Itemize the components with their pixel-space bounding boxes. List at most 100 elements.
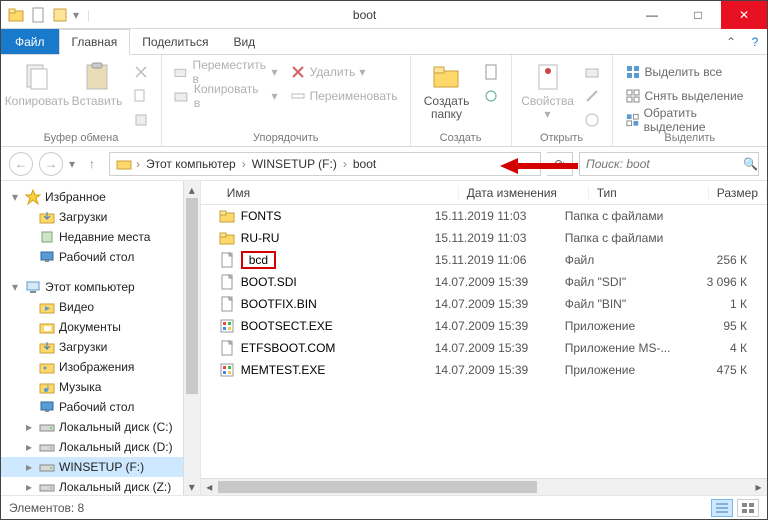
- tree-item[interactable]: Недавние места: [1, 227, 200, 247]
- forward-button[interactable]: →: [39, 152, 63, 176]
- breadcrumb-folder[interactable]: boot: [347, 157, 382, 171]
- column-headers[interactable]: Имя Дата изменения Тип Размер: [201, 181, 767, 205]
- col-name[interactable]: Имя: [219, 186, 459, 200]
- file-row[interactable]: BOOT.SDI 14.07.2009 15:39 Файл "SDI" 3 0…: [201, 271, 767, 293]
- tree-item[interactable]: Музыка: [1, 377, 200, 397]
- new-doc-icon[interactable]: [29, 6, 47, 24]
- scroll-right-icon[interactable]: ▸: [750, 479, 767, 495]
- address-dropdown-icon[interactable]: ⌄: [522, 157, 538, 171]
- tree-label: Локальный диск (D:): [59, 440, 173, 454]
- tree-item[interactable]: ▾Избранное: [1, 187, 200, 207]
- copy-to-button[interactable]: Копировать в ▾: [170, 85, 282, 107]
- paste-button[interactable]: Вставить: [69, 59, 125, 108]
- breadcrumb[interactable]: › Этот компьютер › WINSETUP (F:) › boot …: [109, 152, 541, 176]
- file-row[interactable]: BOOTFIX.BIN 14.07.2009 15:39 Файл "BIN" …: [201, 293, 767, 315]
- copy-button[interactable]: Копировать: [9, 59, 65, 108]
- navigation-tree[interactable]: ▾ИзбранноеЗагрузкиНедавние местаРабочий …: [1, 181, 201, 495]
- tree-item[interactable]: Загрузки: [1, 337, 200, 357]
- col-type[interactable]: Тип: [589, 186, 709, 200]
- scroll-down-icon[interactable]: ▾: [184, 478, 200, 495]
- tree-item[interactable]: Изображения: [1, 357, 200, 377]
- open-button[interactable]: [580, 61, 604, 83]
- new-folder-button[interactable]: Создать папку: [419, 59, 475, 121]
- tree-icon: [39, 319, 55, 335]
- tree-icon: [39, 399, 55, 415]
- file-row[interactable]: ETFSBOOT.COM 14.07.2009 15:39 Приложение…: [201, 337, 767, 359]
- file-type: Файл "SDI": [565, 275, 685, 289]
- exe-icon: [219, 362, 235, 378]
- tree-item[interactable]: ▸WINSETUP (F:): [1, 457, 200, 477]
- file-row[interactable]: RU-RU 15.11.2019 11:03 Папка с файлами: [201, 227, 767, 249]
- file-list[interactable]: FONTS 15.11.2019 11:03 Папка с файлами R…: [201, 205, 767, 478]
- properties-icon[interactable]: [51, 6, 69, 24]
- rename-button[interactable]: Переименовать: [286, 85, 402, 107]
- tree-label: Документы: [59, 320, 121, 334]
- select-all-button[interactable]: Выделить все: [621, 61, 759, 83]
- tree-item[interactable]: Документы: [1, 317, 200, 337]
- invert-selection-button[interactable]: Обратить выделение: [621, 109, 759, 131]
- qat-dropdown-icon[interactable]: ▾: [73, 8, 79, 22]
- maximize-button[interactable]: □: [675, 1, 721, 29]
- refresh-button[interactable]: ⟳: [547, 152, 573, 176]
- history-dropdown-icon[interactable]: ▾: [69, 157, 83, 171]
- col-size[interactable]: Размер: [709, 186, 767, 200]
- delete-button[interactable]: Удалить ▾: [286, 61, 402, 83]
- file-size: 3 096 К: [685, 275, 767, 289]
- col-date[interactable]: Дата изменения: [459, 186, 589, 200]
- share-tab[interactable]: Поделиться: [130, 29, 221, 54]
- file-icon: [219, 274, 235, 290]
- history-button[interactable]: [580, 109, 604, 131]
- file-row[interactable]: FONTS 15.11.2019 11:03 Папка с файлами: [201, 205, 767, 227]
- search-icon[interactable]: 🔍: [743, 157, 758, 171]
- file-row[interactable]: bcd 15.11.2019 11:06 Файл 256 К: [201, 249, 767, 271]
- tree-item[interactable]: Рабочий стол: [1, 247, 200, 267]
- paste-shortcut-button[interactable]: [129, 109, 153, 131]
- tree-item[interactable]: Рабочий стол: [1, 397, 200, 417]
- file-date: 14.07.2009 15:39: [435, 363, 565, 377]
- list-hscrollbar[interactable]: ◂ ▸: [201, 478, 767, 495]
- file-row[interactable]: MEMTEST.EXE 14.07.2009 15:39 Приложение …: [201, 359, 767, 381]
- new-item-button[interactable]: [479, 61, 503, 83]
- view-tab[interactable]: Вид: [221, 29, 268, 54]
- file-date: 15.11.2019 11:03: [435, 231, 565, 245]
- minimize-ribbon-icon[interactable]: ⌃: [719, 29, 743, 54]
- details-view-button[interactable]: [711, 499, 733, 517]
- file-type: Папка с файлами: [565, 231, 685, 245]
- minimize-button[interactable]: —: [629, 1, 675, 29]
- tree-item[interactable]: ▾Этот компьютер: [1, 277, 200, 297]
- file-date: 14.07.2009 15:39: [435, 297, 565, 311]
- icons-view-button[interactable]: [737, 499, 759, 517]
- up-button[interactable]: ↑: [89, 157, 103, 171]
- back-button[interactable]: ←: [9, 152, 33, 176]
- home-tab[interactable]: Главная: [59, 29, 131, 55]
- tree-icon: [25, 279, 41, 295]
- scroll-left-icon[interactable]: ◂: [201, 479, 218, 495]
- copy-path-button[interactable]: [129, 85, 153, 107]
- edit-button[interactable]: [580, 85, 604, 107]
- tree-item[interactable]: Видео: [1, 297, 200, 317]
- file-tab[interactable]: Файл: [1, 29, 59, 54]
- tree-item[interactable]: ▸Локальный диск (D:): [1, 437, 200, 457]
- help-icon[interactable]: ?: [743, 29, 767, 54]
- tree-label: Этот компьютер: [45, 280, 135, 294]
- folder-icon: [7, 6, 25, 24]
- file-row[interactable]: BOOTSECT.EXE 14.07.2009 15:39 Приложение…: [201, 315, 767, 337]
- search-box[interactable]: 🔍: [579, 152, 759, 176]
- select-none-button[interactable]: Снять выделение: [621, 85, 759, 107]
- tree-icon: [39, 479, 55, 495]
- tree-label: Изображения: [59, 360, 134, 374]
- cut-button[interactable]: [129, 61, 153, 83]
- search-input[interactable]: [586, 157, 743, 171]
- tree-item[interactable]: Загрузки: [1, 207, 200, 227]
- quick-access-toolbar: ▾ |: [1, 6, 100, 24]
- breadcrumb-pc[interactable]: Этот компьютер: [140, 157, 242, 171]
- properties-button[interactable]: Свойства▾: [520, 59, 576, 121]
- move-to-button[interactable]: Переместить в ▾: [170, 61, 282, 83]
- tree-item[interactable]: ▸Локальный диск (Z:): [1, 477, 200, 495]
- tree-scrollbar[interactable]: ▴ ▾: [183, 181, 200, 495]
- easy-access-button[interactable]: [479, 85, 503, 107]
- close-button[interactable]: ✕: [721, 1, 767, 29]
- breadcrumb-drive[interactable]: WINSETUP (F:): [246, 157, 343, 171]
- scroll-up-icon[interactable]: ▴: [184, 181, 200, 198]
- tree-item[interactable]: ▸Локальный диск (C:): [1, 417, 200, 437]
